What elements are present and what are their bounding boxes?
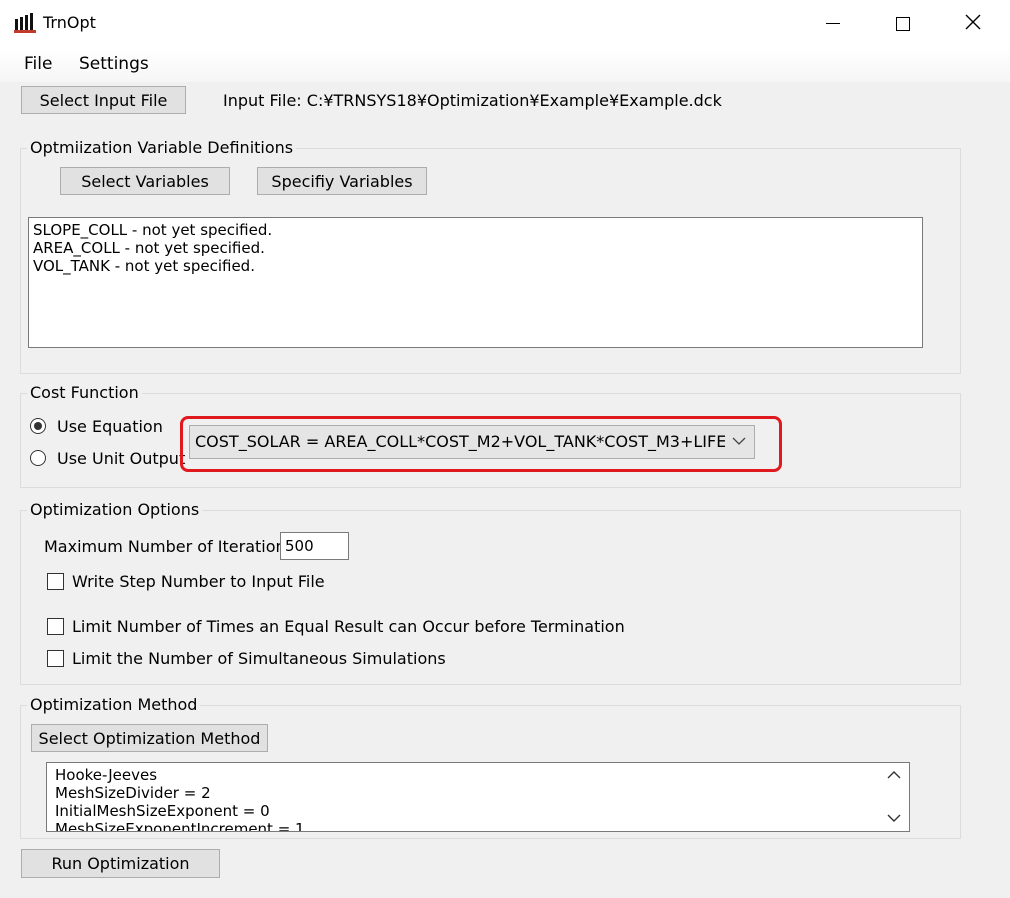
run-optimization-button[interactable]: Run Optimization xyxy=(21,849,220,878)
cost-function-title: Cost Function xyxy=(27,383,142,402)
limit-equal-checkbox[interactable] xyxy=(47,618,64,635)
select-variables-button[interactable]: Select Variables xyxy=(60,167,230,195)
write-step-label: Write Step Number to Input File xyxy=(72,572,325,591)
optimization-options-title: Optimization Options xyxy=(27,500,203,519)
equation-value: COST_SOLAR = AREA_COLL*COST_M2+VOL_TANK*… xyxy=(195,432,725,451)
use-equation-radio[interactable] xyxy=(30,418,46,434)
variables-list[interactable]: SLOPE_COLL - not yet specified. AREA_COL… xyxy=(28,217,923,348)
variable-definitions-title: Optmiization Variable Definitions xyxy=(27,138,297,157)
chevron-down-icon xyxy=(730,432,748,454)
app-icon xyxy=(14,12,36,34)
select-input-file-button[interactable]: Select Input File xyxy=(21,86,186,114)
limit-sims-checkbox[interactable] xyxy=(47,650,64,667)
limit-equal-label: Limit Number of Times an Equal Result ca… xyxy=(72,617,625,636)
use-unit-output-label: Use Unit Output xyxy=(57,449,186,468)
maximize-icon xyxy=(896,16,910,31)
close-button[interactable] xyxy=(950,0,996,47)
max-iterations-input[interactable]: 500 xyxy=(280,532,349,560)
maximize-button[interactable] xyxy=(880,0,926,47)
minimize-button[interactable] xyxy=(810,0,856,47)
method-text[interactable]: Hooke-Jeeves MeshSizeDivider = 2 Initial… xyxy=(46,762,910,832)
minimize-icon xyxy=(826,23,840,24)
max-iterations-label: Maximum Number of Iterations xyxy=(44,537,294,556)
scroll-up-icon[interactable] xyxy=(885,767,903,786)
use-unit-output-radio[interactable] xyxy=(30,450,46,466)
scroll-down-icon[interactable] xyxy=(885,810,903,829)
select-optimization-method-button[interactable]: Select Optimization Method xyxy=(31,724,268,752)
write-step-checkbox[interactable] xyxy=(47,573,64,590)
input-file-path: Input File: C:¥TRNSYS18¥Optimization¥Exa… xyxy=(223,91,722,110)
specify-variables-button[interactable]: Specifiy Variables xyxy=(257,167,427,195)
optimization-method-title: Optimization Method xyxy=(27,695,201,714)
title-bar xyxy=(0,0,1010,47)
limit-sims-label: Limit the Number of Simultaneous Simulat… xyxy=(72,649,446,668)
use-equation-label: Use Equation xyxy=(57,417,163,436)
close-icon xyxy=(965,14,981,34)
window-title: TrnOpt xyxy=(43,13,96,32)
menu-bar xyxy=(0,47,1010,82)
menu-settings[interactable]: Settings xyxy=(79,54,149,74)
menu-file[interactable]: File xyxy=(24,54,52,74)
equation-dropdown[interactable]: COST_SOLAR = AREA_COLL*COST_M2+VOL_TANK*… xyxy=(189,425,755,459)
